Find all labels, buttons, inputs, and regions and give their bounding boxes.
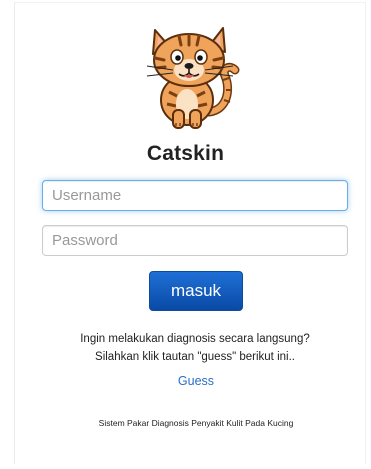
info-text-instruction: Silahkan klik tautan "guess" berikut ini… [95,351,295,363]
login-page: Catskin masuk Ingin melakukan diagnosis … [0,0,371,469]
password-input[interactable] [42,225,348,256]
cat-logo-icon [146,27,240,129]
login-button[interactable]: masuk [149,271,243,311]
guess-link[interactable]: Guess [0,374,371,388]
username-input[interactable] [42,180,348,211]
footer-text: Sistem Pakar Diagnosis Penyakit Kulit Pa… [98,418,294,428]
info-text-question: Ingin melakukan diagnosis secara langsun… [80,333,310,345]
app-title: Catskin [146,142,225,165]
